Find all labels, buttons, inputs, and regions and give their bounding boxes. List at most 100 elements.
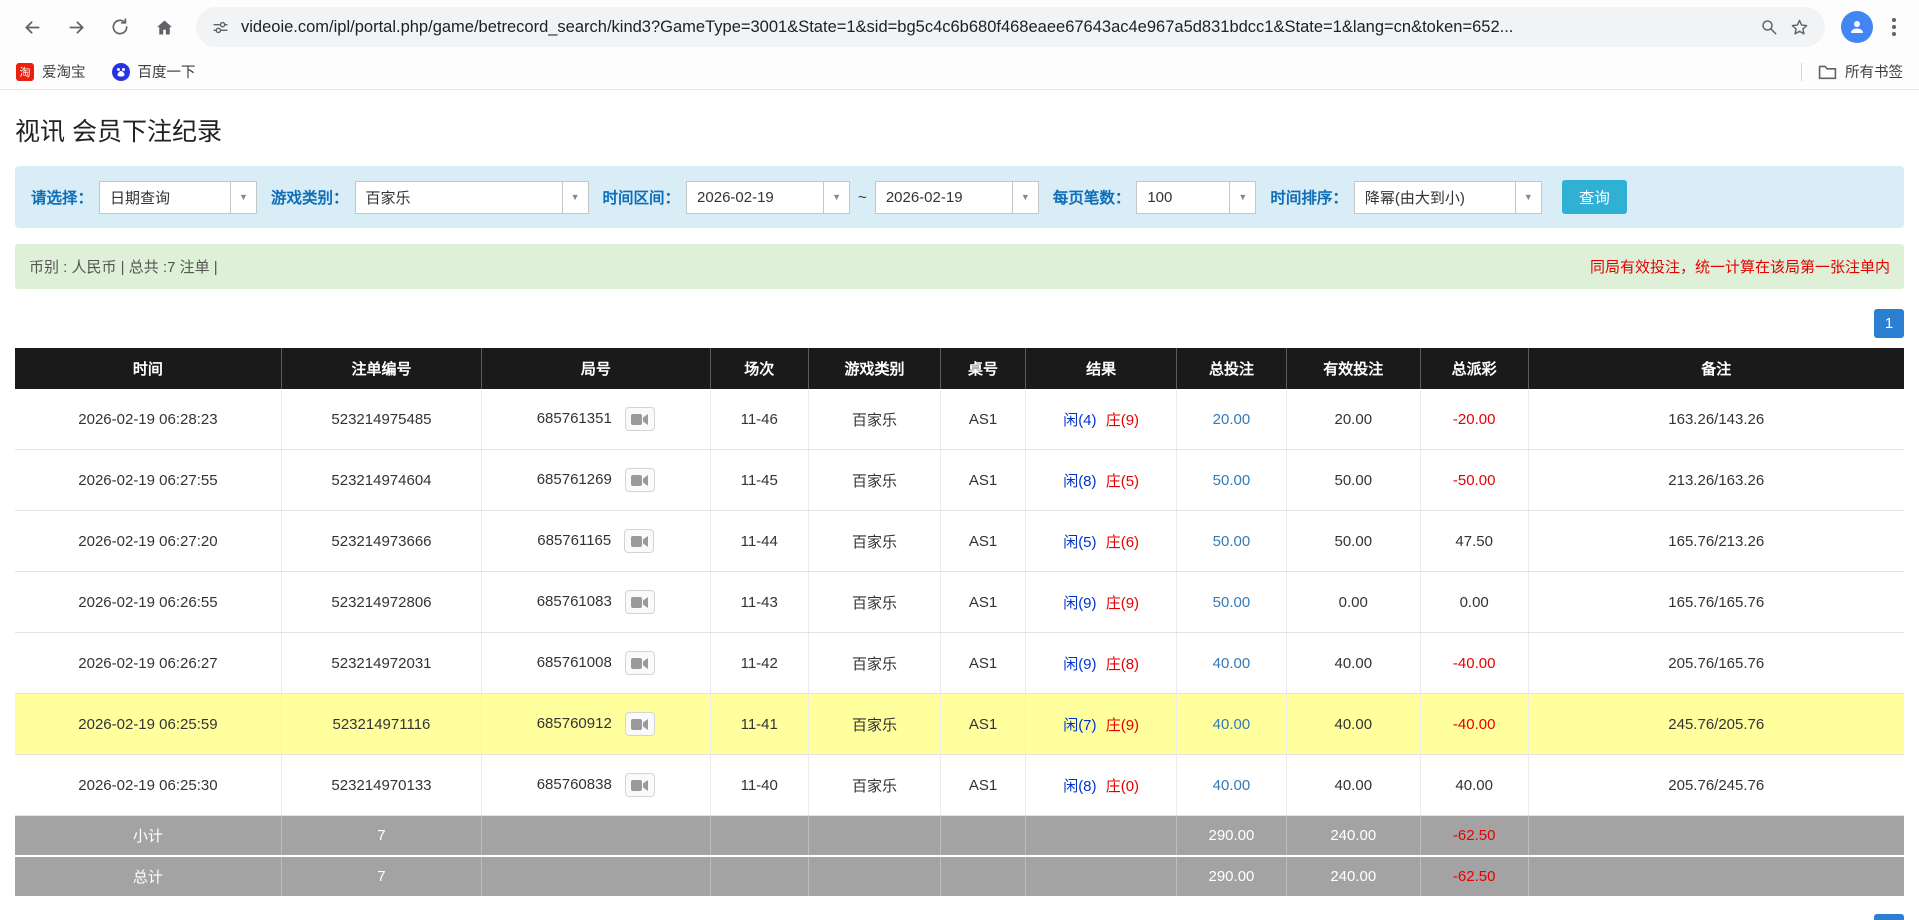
reload-icon	[110, 17, 130, 37]
game-type-select[interactable]: 百家乐 ▼	[355, 181, 589, 214]
filter-panel: 请选择： 日期查询 ▼ 游戏类别： 百家乐 ▼ 时间区间： 2026-02-19…	[15, 166, 1904, 228]
cell-total-bet[interactable]: 20.00	[1177, 389, 1287, 450]
column-header: 场次	[710, 348, 808, 389]
taobao-icon: 淘	[16, 63, 34, 81]
cell-payout: -50.00	[1420, 450, 1528, 511]
round-id-text: 685761008	[537, 654, 612, 671]
cell-payout: 0.00	[1420, 572, 1528, 633]
chevron-down-icon[interactable]: ▼	[824, 181, 850, 214]
menu-kebab-icon[interactable]	[1881, 18, 1907, 36]
query-type-select[interactable]: 日期查询 ▼	[99, 181, 257, 214]
bet-table-header-row: 时间注单编号局号场次游戏类别桌号结果总投注有效投注总派彩备注	[15, 348, 1904, 389]
video-replay-button[interactable]	[625, 651, 655, 675]
cell-time: 2026-02-19 06:27:55	[15, 450, 281, 511]
time-sort-select[interactable]: 降幂(由大到小) ▼	[1354, 181, 1542, 214]
search-button[interactable]: 查询	[1562, 180, 1627, 214]
cell-remark: 213.26/163.26	[1528, 450, 1904, 511]
date-to-value: 2026-02-19	[875, 181, 1013, 214]
summary-left-text: 币别 : 人民币 | 总共 :7 注单 |	[29, 256, 218, 277]
video-replay-button[interactable]	[625, 590, 655, 614]
result-banker: 庄(8)	[1106, 656, 1139, 673]
cell-time: 2026-02-19 06:25:59	[15, 694, 281, 755]
site-info-icon[interactable]	[212, 19, 229, 36]
cell-bet-id: 523214972031	[281, 633, 481, 694]
cell-round-id: 685761351	[482, 389, 711, 450]
home-button[interactable]	[144, 7, 184, 47]
round-id-text: 685761351	[537, 410, 612, 427]
profile-avatar[interactable]	[1841, 11, 1873, 43]
chevron-down-icon[interactable]: ▼	[1013, 181, 1039, 214]
baidu-paw-icon	[112, 63, 130, 81]
cell-game-type: 百家乐	[808, 572, 940, 633]
cell-total-bet[interactable]: 40.00	[1177, 633, 1287, 694]
query-type-value: 日期查询	[99, 181, 231, 214]
chevron-down-icon[interactable]: ▼	[231, 181, 257, 214]
chevron-down-icon[interactable]: ▼	[1516, 181, 1542, 214]
cell-total-bet[interactable]: 40.00	[1177, 694, 1287, 755]
video-replay-button[interactable]	[624, 529, 654, 553]
person-icon	[1848, 18, 1866, 36]
address-bar[interactable]: videoie.com/ipl/portal.php/game/betrecor…	[196, 7, 1825, 47]
back-icon	[22, 17, 43, 38]
video-camera-icon	[631, 779, 648, 792]
total-row: 总计 7 290.00 240.00 -62.50	[15, 856, 1904, 897]
video-camera-icon	[631, 535, 648, 548]
cell-payout: 47.50	[1420, 511, 1528, 572]
video-replay-button[interactable]	[625, 407, 655, 431]
cell-total-bet[interactable]: 50.00	[1177, 572, 1287, 633]
cell-session: 11-46	[710, 389, 808, 450]
date-range-separator: ~	[858, 189, 867, 206]
result-banker: 庄(0)	[1106, 778, 1139, 795]
total-payout: -62.50	[1420, 856, 1528, 897]
cell-session: 11-41	[710, 694, 808, 755]
filter-game-type: 游戏类别： 百家乐 ▼	[271, 181, 589, 214]
chevron-down-icon[interactable]: ▼	[1230, 181, 1256, 214]
table-row: 2026-02-19 06:27:55 523214974604 6857612…	[15, 450, 1904, 511]
all-bookmarks-button[interactable]: 所有书签	[1818, 61, 1903, 82]
column-header: 游戏类别	[808, 348, 940, 389]
column-header: 总投注	[1177, 348, 1287, 389]
cell-round-id: 685761008	[482, 633, 711, 694]
cell-total-bet[interactable]: 40.00	[1177, 755, 1287, 816]
video-replay-button[interactable]	[625, 773, 655, 797]
page-size-select[interactable]: 100 ▼	[1136, 181, 1256, 214]
video-camera-icon	[631, 413, 648, 426]
video-camera-icon	[631, 596, 648, 609]
cell-payout: -40.00	[1420, 694, 1528, 755]
bookmark-baidu[interactable]: 百度一下	[112, 61, 196, 82]
table-row: 2026-02-19 06:25:30 523214970133 6857608…	[15, 755, 1904, 816]
result-banker: 庄(9)	[1106, 595, 1139, 612]
bookmark-star-icon[interactable]	[1790, 18, 1809, 37]
page-size-label: 每页笔数：	[1053, 186, 1131, 208]
video-camera-icon	[631, 718, 648, 731]
date-from-select[interactable]: 2026-02-19 ▼	[686, 181, 850, 214]
subtotal-payout: -62.50	[1420, 816, 1528, 857]
chevron-down-icon[interactable]: ▼	[563, 181, 589, 214]
page-title: 视讯 会员下注纪录	[15, 112, 1904, 148]
cell-result: 闲(9) 庄(9)	[1026, 572, 1177, 633]
date-to-select[interactable]: 2026-02-19 ▼	[875, 181, 1039, 214]
page-number-button[interactable]: 1	[1874, 309, 1904, 338]
table-row: 2026-02-19 06:25:59 523214971116 6857609…	[15, 694, 1904, 755]
page-number-button[interactable]: 1	[1874, 914, 1904, 920]
bookmark-taobao[interactable]: 淘 爱淘宝	[16, 61, 86, 82]
back-button[interactable]	[12, 7, 52, 47]
cell-time: 2026-02-19 06:26:55	[15, 572, 281, 633]
cell-total-bet[interactable]: 50.00	[1177, 450, 1287, 511]
table-row: 2026-02-19 06:26:55 523214972806 6857610…	[15, 572, 1904, 633]
zoom-icon[interactable]	[1760, 18, 1778, 36]
browser-toolbar: videoie.com/ipl/portal.php/game/betrecor…	[0, 0, 1919, 54]
reload-button[interactable]	[100, 7, 140, 47]
forward-button[interactable]	[56, 7, 96, 47]
column-header: 注单编号	[281, 348, 481, 389]
round-id-text: 685761083	[537, 593, 612, 610]
video-replay-button[interactable]	[625, 712, 655, 736]
cell-remark: 163.26/143.26	[1528, 389, 1904, 450]
subtotal-count: 7	[281, 816, 481, 857]
cell-total-bet[interactable]: 50.00	[1177, 511, 1287, 572]
video-replay-button[interactable]	[625, 468, 655, 492]
bet-table-body: 2026-02-19 06:28:23 523214975485 6857613…	[15, 389, 1904, 816]
forward-icon	[66, 17, 87, 38]
column-header: 局号	[482, 348, 711, 389]
result-banker: 庄(9)	[1106, 717, 1139, 734]
